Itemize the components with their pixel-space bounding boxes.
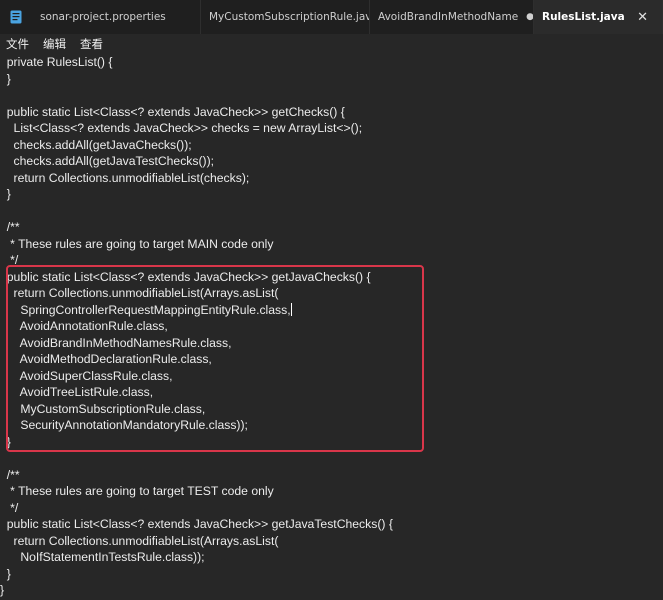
document-icon[interactable] bbox=[0, 0, 32, 34]
code-line: * These rules are going to target TEST c… bbox=[0, 484, 274, 498]
code-line: private RulesList() { bbox=[0, 55, 113, 69]
menu-bar: 文件 编辑 查看 bbox=[0, 34, 663, 54]
code-line: /** bbox=[0, 467, 20, 482]
tab-my-custom-subscription-rule[interactable]: MyCustomSubscriptionRule.java bbox=[201, 0, 370, 34]
code-line: } bbox=[0, 566, 11, 581]
code-line: NoIfStatementInTestsRule.class)); bbox=[0, 550, 205, 564]
code-line: /** bbox=[0, 220, 20, 234]
code-line: */ bbox=[0, 500, 19, 515]
code-line: * These rules are going to target MAIN c… bbox=[0, 236, 274, 251]
code-line: checks.addAll(getJavaTestChecks()); bbox=[0, 154, 215, 168]
code-line: checks.addAll(getJavaChecks()); bbox=[0, 137, 192, 152]
code-line: } bbox=[0, 187, 11, 201]
tab-label: MyCustomSubscriptionRule.java bbox=[209, 11, 370, 23]
code-line: public static List<Class<? extends JavaC… bbox=[0, 517, 393, 531]
highlight-box bbox=[6, 265, 424, 452]
unsaved-dot-icon: ● bbox=[526, 12, 534, 22]
tab-bar: sonar-project.properties MyCustomSubscri… bbox=[0, 0, 663, 34]
code-line: return Collections.unmodifiableList(Arra… bbox=[0, 533, 279, 548]
code-line: public static List<Class<? extends JavaC… bbox=[0, 104, 345, 119]
tab-label: RulesList.java bbox=[542, 11, 625, 23]
code-editor[interactable]: private RulesList() { } public static Li… bbox=[0, 54, 663, 600]
tab-avoid-brand-in-method-name[interactable]: AvoidBrandInMethodName ● bbox=[370, 0, 534, 34]
code-line: } bbox=[0, 71, 11, 86]
close-icon[interactable]: ✕ bbox=[637, 10, 648, 25]
menu-view[interactable]: 查看 bbox=[74, 36, 111, 52]
tab-sonar-project-properties[interactable]: sonar-project.properties bbox=[32, 0, 201, 34]
tab-rules-list[interactable]: RulesList.java ✕ bbox=[534, 0, 663, 34]
code-line: return Collections.unmodifiableList(chec… bbox=[0, 170, 250, 185]
tab-label: AvoidBrandInMethodName bbox=[378, 11, 519, 23]
code-line: } bbox=[0, 583, 5, 597]
menu-file[interactable]: 文件 bbox=[0, 36, 37, 52]
code-line: List<Class<? extends JavaCheck>> checks … bbox=[0, 121, 363, 135]
tab-label: sonar-project.properties bbox=[40, 11, 166, 23]
menu-edit[interactable]: 编辑 bbox=[37, 36, 74, 52]
